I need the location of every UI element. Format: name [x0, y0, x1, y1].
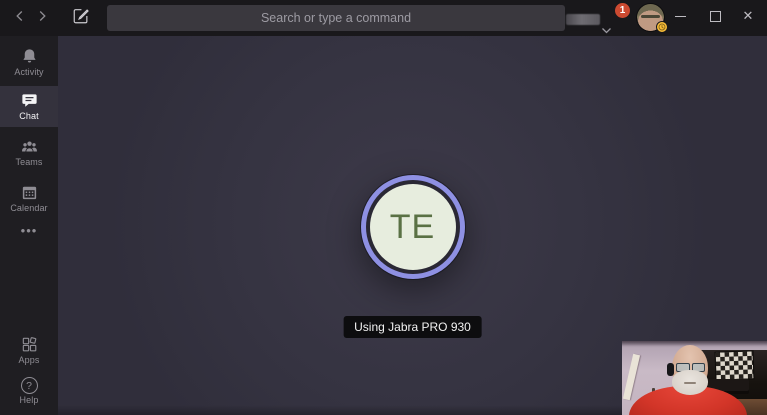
close-icon: ✕ — [743, 8, 754, 24]
account-menu-chevron[interactable] — [601, 22, 612, 30]
cam-headset — [667, 363, 674, 376]
sidebar-item-apps[interactable]: Apps — [0, 330, 58, 371]
more-icon: ••• — [21, 223, 38, 238]
self-video-preview[interactable] — [622, 341, 767, 415]
audio-device-toast: Using Jabra PRO 930 — [343, 316, 482, 338]
new-chat-button[interactable] — [66, 0, 96, 32]
sidebar-item-chat[interactable]: Chat — [0, 86, 58, 127]
participant-avatar-ring: TE — [361, 175, 465, 279]
sidebar-item-label: Apps — [0, 355, 58, 365]
account-name-blurred[interactable] — [566, 14, 600, 25]
chevron-down-icon — [601, 27, 612, 35]
status-away-icon — [656, 21, 668, 33]
avatar-cap-brim — [641, 15, 660, 18]
sidebar-item-label: Help — [0, 395, 58, 405]
sidebar-item-label: Activity — [0, 67, 58, 77]
compose-icon — [72, 7, 90, 25]
help-icon: ? — [21, 377, 38, 394]
back-arrow-icon — [13, 9, 27, 23]
sidebar-item-calendar[interactable]: Calendar — [0, 178, 58, 219]
sidebar-item-teams[interactable]: Teams — [0, 132, 58, 173]
bell-icon — [20, 47, 39, 66]
minimize-icon — [675, 16, 686, 17]
participant-initials: TE — [370, 184, 456, 270]
minimize-button[interactable] — [664, 0, 696, 32]
sidebar-item-label: Chat — [0, 111, 58, 121]
cam-checkered-box — [715, 350, 755, 380]
call-stage: TE Using Jabra PRO 930 — [58, 36, 767, 415]
title-bar: 1 ✕ — [0, 0, 767, 36]
search-input[interactable] — [107, 5, 565, 31]
apps-icon — [20, 335, 39, 354]
sidebar-item-more[interactable]: ••• — [0, 218, 58, 245]
forward-arrow-icon — [35, 9, 49, 23]
app-rail: Activity Chat Teams — [0, 36, 58, 415]
people-icon — [20, 137, 39, 156]
forward-button[interactable] — [30, 0, 54, 32]
teams-window: 1 ✕ Activity Chat — [0, 0, 767, 415]
back-button[interactable] — [8, 0, 32, 32]
cam-person-mouth — [684, 382, 696, 384]
sidebar-item-label: Calendar — [0, 203, 58, 213]
maximize-icon — [710, 11, 721, 22]
cam-door-frame — [623, 354, 640, 400]
close-button[interactable]: ✕ — [732, 0, 764, 32]
calendar-icon — [20, 183, 39, 202]
sidebar-item-activity[interactable]: Activity — [0, 42, 58, 83]
notification-badge: 1 — [615, 3, 630, 18]
maximize-button[interactable] — [699, 0, 731, 32]
chat-bubble-icon — [20, 91, 39, 110]
sidebar-item-help[interactable]: ? Help — [0, 372, 58, 413]
sidebar-item-label: Teams — [0, 157, 58, 167]
